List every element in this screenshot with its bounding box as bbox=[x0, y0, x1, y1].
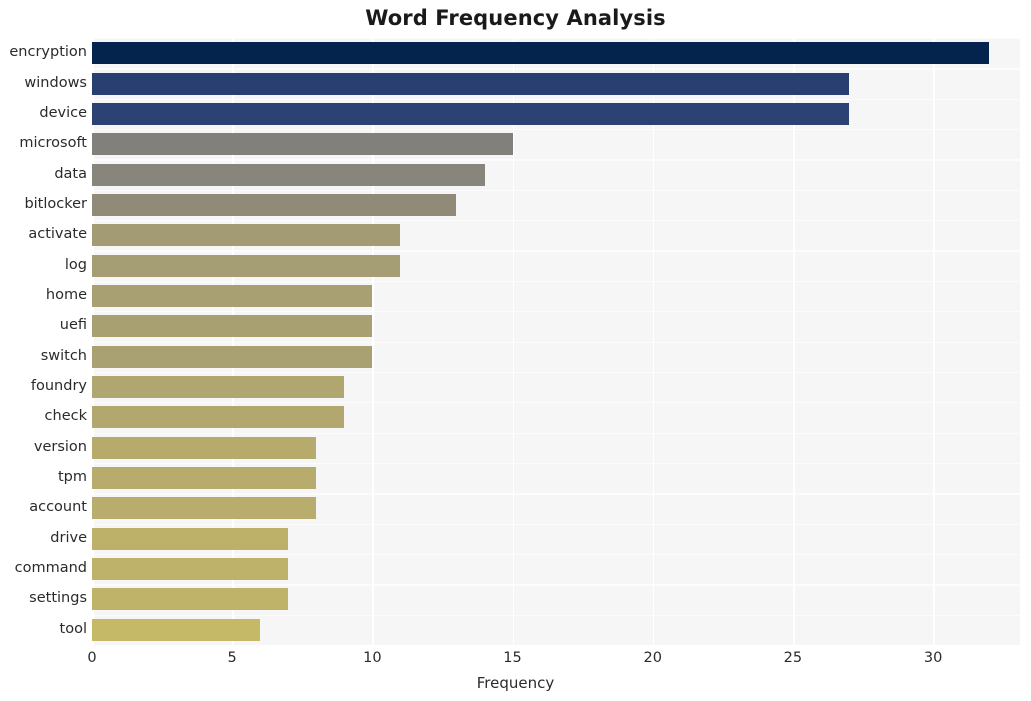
bar bbox=[92, 102, 849, 125]
bar bbox=[92, 436, 317, 459]
gridline-vertical bbox=[933, 38, 935, 645]
x-axis-tick-label: 0 bbox=[87, 650, 97, 666]
bar bbox=[92, 315, 373, 338]
y-axis-tick-label: windows bbox=[24, 74, 87, 91]
y-axis-tick-label: tool bbox=[59, 620, 87, 637]
chart-figure: Word Frequency Analysis encryption window… bbox=[0, 0, 1031, 701]
bar bbox=[92, 618, 261, 641]
gridline-vertical bbox=[652, 38, 655, 645]
x-axis-tick-label: 15 bbox=[503, 650, 522, 666]
gridline-vertical bbox=[792, 38, 795, 645]
y-axis-tick-label: drive bbox=[50, 529, 87, 546]
gridline-vertical bbox=[92, 38, 94, 645]
y-axis-tick-label: device bbox=[39, 104, 87, 121]
x-axis-tick-label: 5 bbox=[227, 650, 237, 666]
y-axis-tick-label: account bbox=[29, 499, 87, 516]
bar bbox=[92, 497, 317, 520]
chart-title: Word Frequency Analysis bbox=[365, 6, 666, 30]
gridline-vertical bbox=[512, 38, 515, 645]
x-axis-label: Frequency bbox=[476, 674, 555, 692]
y-axis-tick-label: encryption bbox=[9, 44, 87, 61]
bar bbox=[92, 254, 401, 277]
bar bbox=[92, 527, 289, 550]
y-axis-tick-label: version bbox=[33, 438, 87, 455]
y-axis-tick-label: check bbox=[44, 408, 87, 425]
bar bbox=[92, 345, 373, 368]
bar bbox=[92, 406, 345, 429]
y-axis-tick-label: microsoft bbox=[19, 135, 87, 152]
bar bbox=[92, 224, 401, 247]
y-axis-tick-label: log bbox=[64, 256, 87, 273]
y-axis-tick-label: data bbox=[54, 165, 87, 182]
bar bbox=[92, 193, 457, 216]
bar bbox=[92, 284, 373, 307]
plot-area bbox=[92, 38, 1020, 645]
x-axis-tick-label: 10 bbox=[363, 650, 382, 666]
x-axis-tick-label: 20 bbox=[643, 650, 662, 666]
y-axis-tick-label: uefi bbox=[59, 317, 87, 334]
y-axis-tick-label: foundry bbox=[30, 378, 87, 395]
bar bbox=[92, 42, 990, 65]
bar bbox=[92, 133, 513, 156]
bar bbox=[92, 376, 345, 399]
bar bbox=[92, 467, 317, 490]
x-axis-tick-label: 25 bbox=[783, 650, 803, 666]
bar bbox=[92, 558, 289, 581]
y-axis-tick-label: bitlocker bbox=[24, 195, 87, 212]
gridline-vertical bbox=[232, 38, 234, 645]
y-axis-tick-label: activate bbox=[28, 226, 87, 243]
y-axis-tick-label: switch bbox=[40, 347, 87, 364]
y-axis-tick-label: tpm bbox=[57, 469, 87, 486]
bar bbox=[92, 588, 289, 611]
y-axis-tick-label: settings bbox=[29, 590, 87, 607]
y-axis-tick-label: command bbox=[14, 560, 87, 577]
y-axis-tick-label: home bbox=[45, 286, 87, 303]
bar bbox=[92, 163, 485, 186]
bar bbox=[92, 72, 849, 95]
gridline-vertical bbox=[372, 38, 374, 645]
x-axis-tick-label: 30 bbox=[923, 650, 943, 666]
